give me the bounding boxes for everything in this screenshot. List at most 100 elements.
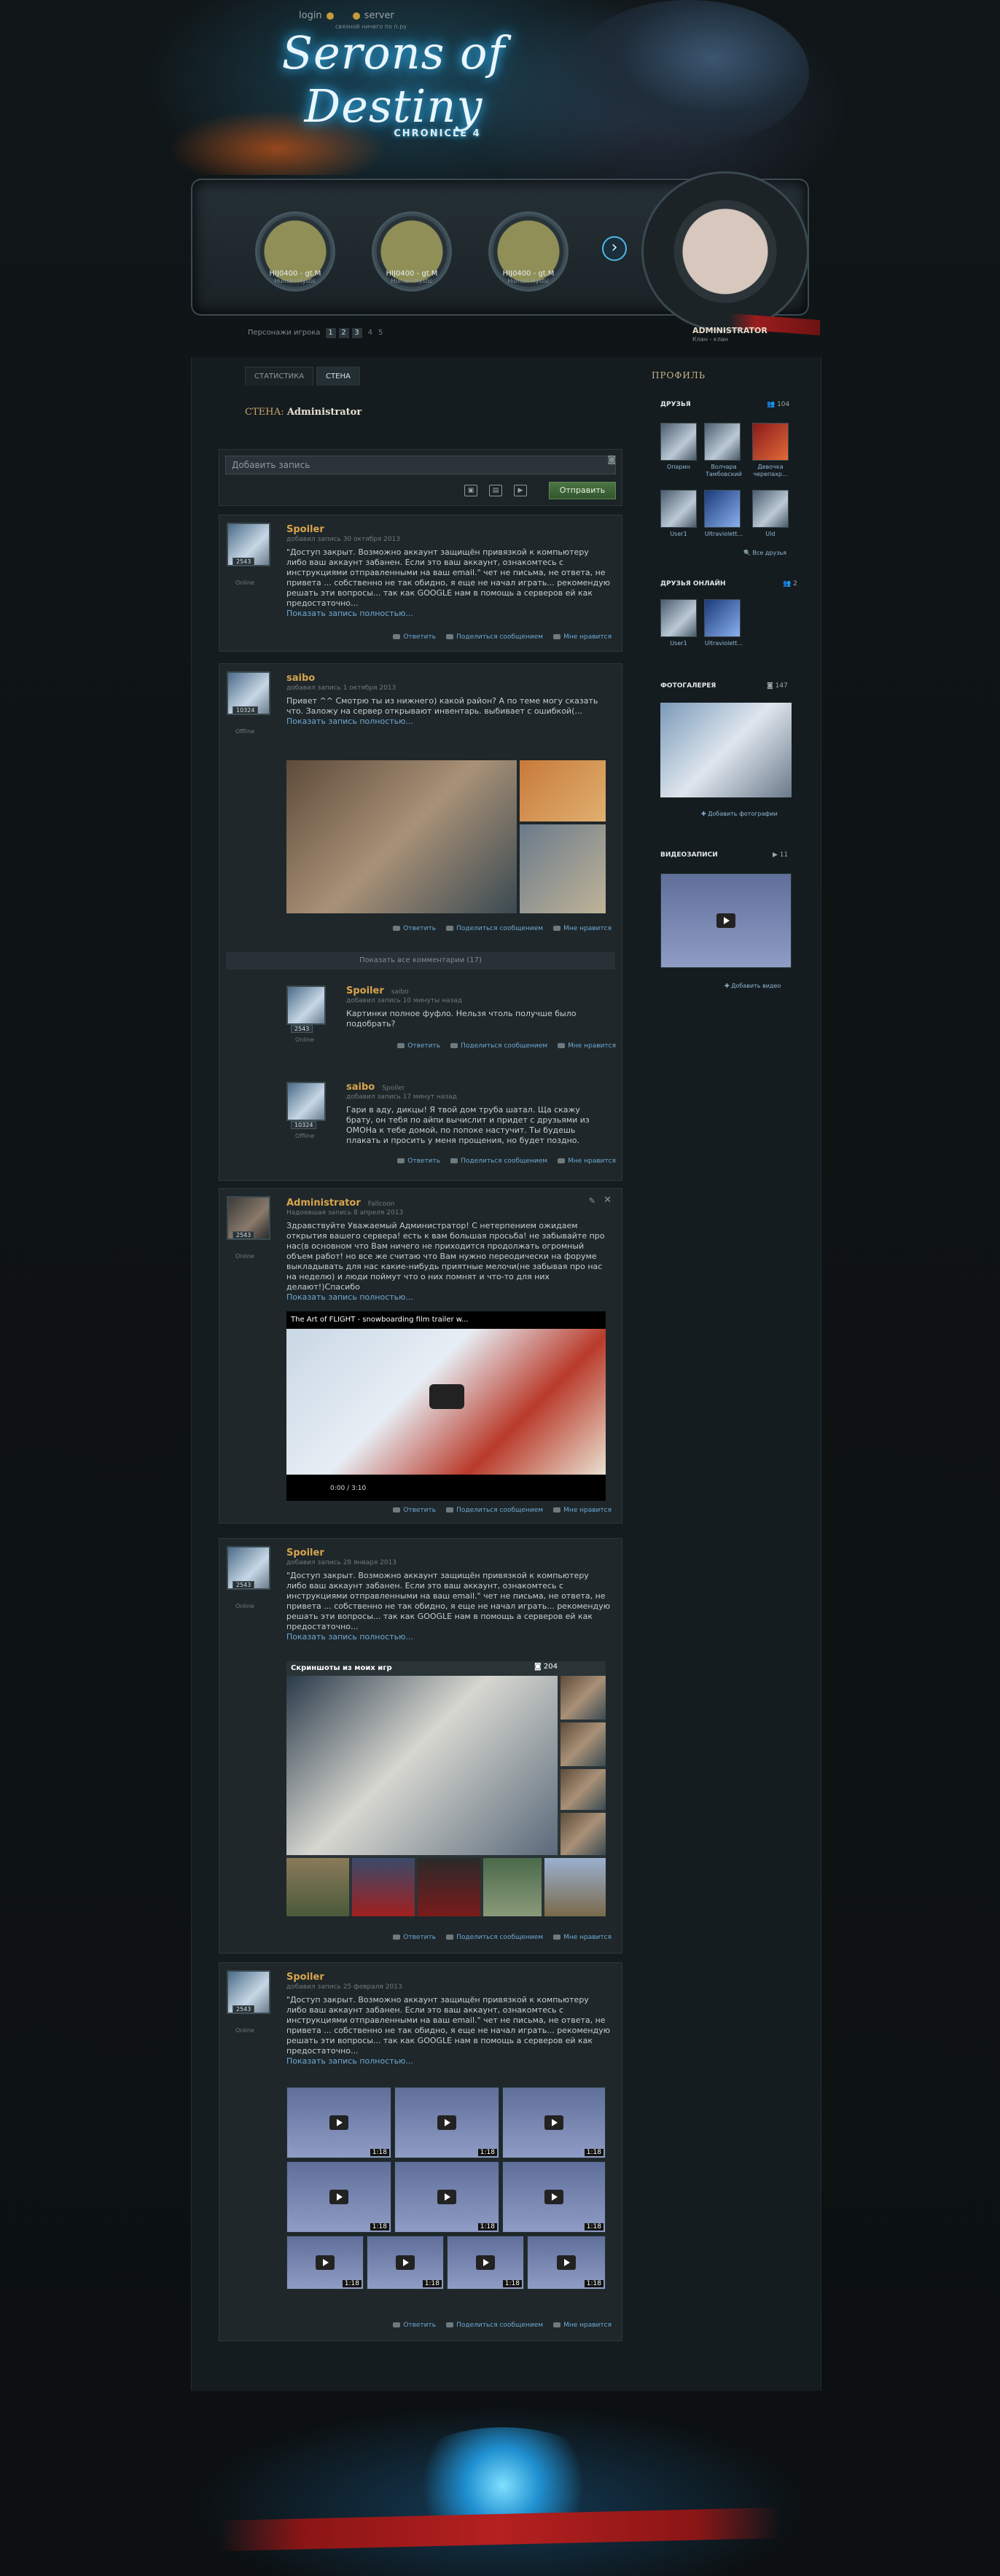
like-button[interactable]: Мне нравится — [553, 1507, 612, 1514]
album-thumb-3[interactable] — [560, 1769, 606, 1810]
share-button[interactable]: Поделиться сообщением — [446, 925, 543, 932]
like-button[interactable]: Мне нравится — [553, 925, 612, 932]
like-button[interactable]: Мне нравится — [558, 1042, 616, 1050]
comment-author[interactable]: Spoiler saibo — [346, 985, 409, 996]
show-more-link[interactable]: Показать запись полностью... — [286, 609, 611, 619]
album-thumb-4[interactable] — [560, 1813, 606, 1855]
friend-name-5[interactable]: Ultraviolett... — [698, 531, 749, 538]
page-4[interactable]: 4 — [368, 329, 372, 337]
tab-wall[interactable]: СТЕНА — [316, 367, 360, 386]
friend-avatar-5[interactable] — [704, 490, 741, 528]
page-3[interactable]: 3 — [351, 328, 362, 338]
sidebar-video[interactable] — [660, 873, 792, 968]
author-name[interactable]: saibo — [286, 673, 315, 684]
server-link[interactable]: server — [352, 10, 394, 21]
recipient-name[interactable]: Fallcoon — [368, 1201, 395, 1208]
reply-button[interactable]: Ответить — [397, 1158, 440, 1165]
online-friend-name-1[interactable]: User1 — [653, 640, 704, 647]
like-button[interactable]: Мне нравится — [553, 2322, 612, 2329]
close-icon[interactable]: ✕ — [603, 1195, 612, 1206]
friend-avatar-4[interactable] — [660, 490, 697, 528]
tab-statistics[interactable]: СТАТИСТИКА — [245, 367, 314, 386]
album-thumb-9[interactable] — [544, 1858, 606, 1916]
edit-icon[interactable]: ✎ — [589, 1196, 595, 1206]
send-button[interactable]: Отправить — [549, 482, 616, 499]
online-friends-label[interactable]: ДРУЗЬЯ ОНЛАЙН — [660, 580, 726, 588]
play-icon[interactable] — [429, 1384, 464, 1409]
camera-icon[interactable]: ◙ — [607, 454, 616, 464]
reply-button[interactable]: Ответить — [393, 1507, 436, 1514]
friend-name-4[interactable]: User1 — [653, 531, 704, 538]
share-button[interactable]: Поделиться сообщением — [446, 633, 543, 641]
post-input[interactable]: Добавить запись — [225, 456, 616, 475]
page-5[interactable]: 5 — [378, 329, 383, 337]
online-friend-name-2[interactable]: Ultraviolett... — [698, 640, 749, 647]
album-thumb-8[interactable] — [483, 1858, 542, 1916]
video-thumb-4[interactable]: 1:18 — [286, 2161, 391, 2233]
next-arrow-icon[interactable]: › — [602, 236, 627, 261]
document-icon[interactable]: ▤ — [489, 485, 502, 496]
reply-button[interactable]: Ответить — [393, 925, 436, 932]
share-button[interactable]: Поделиться сообщением — [446, 1934, 543, 1941]
author-name[interactable]: Spoiler — [286, 524, 324, 535]
video-player[interactable]: The Art of FLIGHT - snowboarding film tr… — [286, 1311, 606, 1501]
page-2[interactable]: 2 — [338, 328, 349, 338]
reply-button[interactable]: Ответить — [393, 1934, 436, 1941]
online-friend-avatar-2[interactable] — [704, 599, 741, 637]
login-link[interactable]: login — [299, 10, 334, 21]
add-video-link[interactable]: ✚ Добавить видео — [724, 983, 781, 989]
photo-album[interactable]: Скриншоты из моих игр ◙ 204 — [286, 1661, 606, 1916]
online-friend-avatar-1[interactable] — [660, 599, 697, 637]
video-thumb-8[interactable]: 1:18 — [367, 2236, 444, 2290]
friend-avatar-2[interactable] — [704, 423, 741, 461]
profile-avatar[interactable] — [641, 171, 809, 332]
show-more-link[interactable]: Показать запись полностью... — [286, 717, 611, 727]
videos-label[interactable]: ВИДЕОЗАПИСИ — [660, 851, 718, 859]
comment-avatar[interactable] — [286, 1082, 326, 1121]
share-button[interactable]: Поделиться сообщением — [450, 1042, 547, 1050]
photo-icon[interactable]: ▣ — [464, 485, 477, 496]
post-image-3[interactable] — [520, 824, 606, 913]
video-thumb-1[interactable]: 1:18 — [286, 2087, 391, 2158]
post-image-2[interactable] — [520, 760, 606, 821]
friend-name-2[interactable]: Волчара Тамбовский — [698, 464, 749, 478]
video-thumb-3[interactable]: 1:18 — [502, 2087, 606, 2158]
photo-gallery-label[interactable]: ФОТОГАЛЕРЕЯ — [660, 682, 716, 690]
video-thumb-7[interactable]: 1:18 — [286, 2236, 364, 2290]
share-button[interactable]: Поделиться сообщением — [450, 1158, 547, 1165]
album-thumb-5[interactable] — [286, 1858, 349, 1916]
show-more-link[interactable]: Показать запись полностью... — [286, 1632, 611, 1642]
video-icon[interactable]: ▶ — [514, 485, 527, 496]
comment-avatar[interactable] — [286, 985, 326, 1025]
friend-avatar-6[interactable] — [752, 490, 789, 528]
comment-author[interactable]: saibo Spoiler — [346, 1082, 405, 1093]
video-thumb-6[interactable]: 1:18 — [502, 2161, 606, 2233]
friend-avatar-3[interactable] — [752, 423, 789, 461]
friend-name-1[interactable]: Опарин — [653, 464, 704, 471]
author-name[interactable]: Spoiler — [286, 1547, 324, 1558]
friends-label[interactable]: ДРУЗЬЯ — [660, 401, 691, 408]
gallery-photo[interactable] — [660, 703, 792, 797]
add-photo-link[interactable]: ✚ Добавить фотографии — [701, 811, 778, 817]
album-main-photo[interactable] — [286, 1676, 558, 1855]
share-button[interactable]: Поделиться сообщением — [446, 2322, 543, 2329]
reply-button[interactable]: Ответить — [393, 2322, 436, 2329]
album-thumb-2[interactable] — [560, 1722, 606, 1766]
show-more-link[interactable]: Показать запись полностью... — [286, 2056, 611, 2066]
show-more-link[interactable]: Показать запись полностью... — [286, 1292, 611, 1303]
album-thumb-1[interactable] — [560, 1676, 606, 1720]
reply-button[interactable]: Ответить — [397, 1042, 440, 1050]
author-name[interactable]: Administrator Fallcoon — [286, 1198, 394, 1209]
show-all-comments[interactable]: Показать все комментарии (17) — [226, 952, 615, 969]
video-thumb-9[interactable]: 1:18 — [447, 2236, 524, 2290]
video-thumb-5[interactable]: 1:18 — [394, 2161, 499, 2233]
all-friends-link[interactable]: 🔍 Все друзья — [743, 550, 786, 556]
like-button[interactable]: Мне нравится — [553, 633, 612, 641]
friend-name-3[interactable]: Девочка черепахр... — [745, 464, 796, 478]
like-button[interactable]: Мне нравится — [553, 1934, 612, 1941]
reply-button[interactable]: Ответить — [393, 633, 436, 641]
video-thumb-10[interactable]: 1:18 — [527, 2236, 606, 2290]
friend-avatar-1[interactable] — [660, 423, 697, 461]
album-thumb-6[interactable] — [352, 1858, 415, 1916]
friend-name-6[interactable]: Uld — [745, 531, 796, 538]
